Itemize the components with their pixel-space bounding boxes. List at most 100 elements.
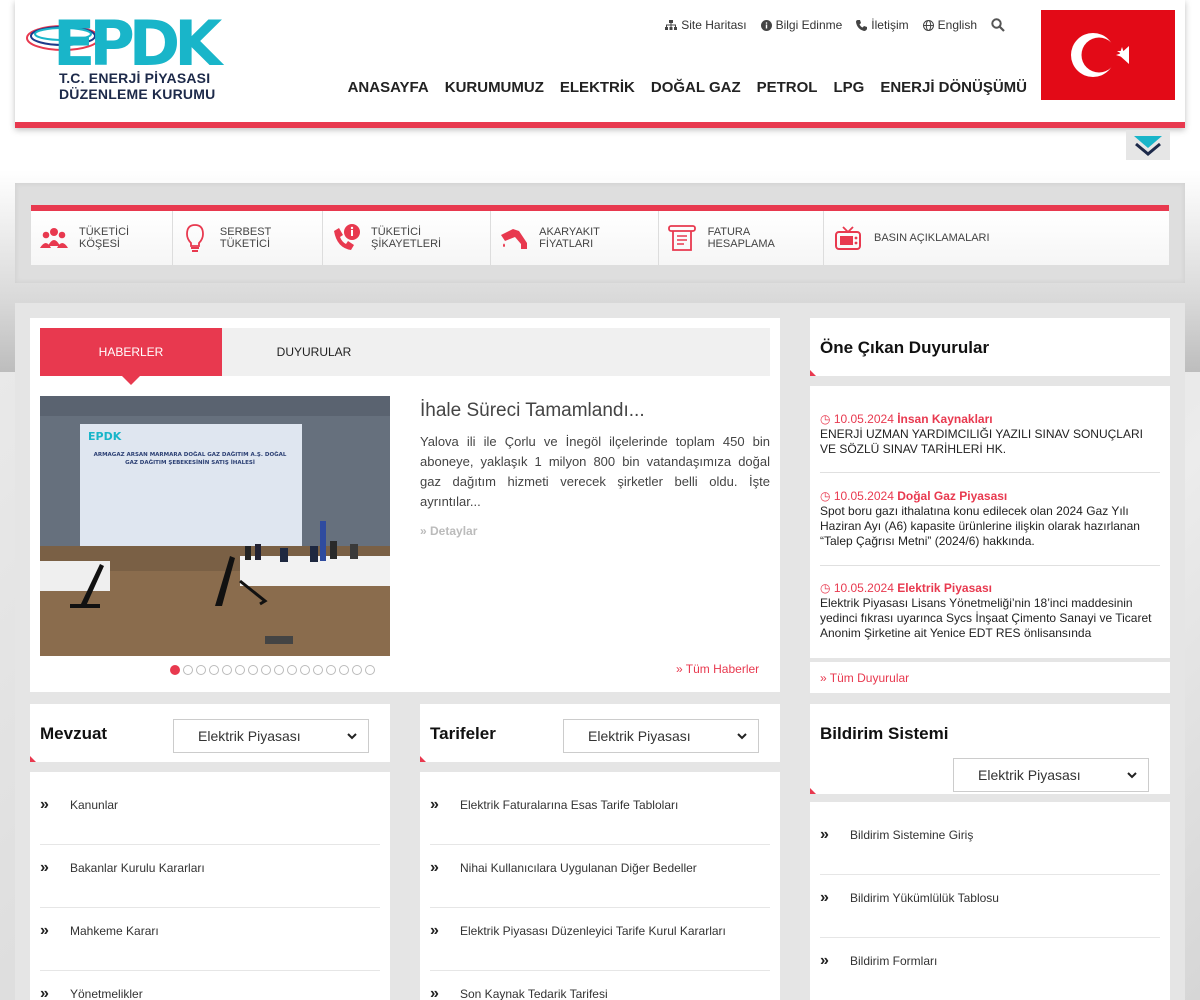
list-item[interactable]: » Mahkeme Kararı <box>40 922 159 940</box>
divider <box>40 970 380 971</box>
announcement-text: Spot boru gazı ithalatına konu edilecek … <box>820 504 1140 548</box>
site-map-link[interactable]: Site Haritası <box>665 18 747 32</box>
slider-dot[interactable] <box>183 665 193 675</box>
contact-link[interactable]: İletişim <box>856 18 909 32</box>
double-chevron-icon: » <box>430 859 439 876</box>
mevzuat-select-value: Elektrik Piyasası <box>198 728 301 744</box>
list-item[interactable]: » Elektrik Piyasası Düzenleyici Tarife Ku… <box>430 922 726 940</box>
epdk-logo[interactable]: EPDK T.C. ENERJİ PİYASASI DÜZENLEME KURU… <box>25 7 230 103</box>
nav-elektrik[interactable]: ELEKTRİK <box>560 79 635 96</box>
nav-lpg[interactable]: LPG <box>833 79 864 96</box>
quick-link-free-consumer[interactable]: SERBEST TÜKETİCİ <box>173 211 323 265</box>
list-item-label: Nihai Kullanıcılara Uygulanan Diğer Bede… <box>460 861 697 875</box>
search-icon[interactable] <box>991 18 1005 32</box>
featured-title: Öne Çıkan Duyurular <box>820 338 990 357</box>
quick-link-consumer-corner[interactable]: TÜKETİCİ KÖŞESİ <box>31 211 173 265</box>
slider-dot[interactable] <box>300 665 310 675</box>
list-item-label: Mahkeme Kararı <box>70 924 159 938</box>
chevron-down-icon <box>1127 772 1137 779</box>
slider-dot[interactable] <box>196 665 206 675</box>
announcement-item[interactable]: ◷ 10.05.2024 İnsan Kaynakları ENERJİ UZM… <box>820 412 1160 457</box>
clock-icon: ◷ <box>820 412 834 426</box>
list-item[interactable]: » Kanunlar <box>40 796 118 814</box>
quick-link-label: AKARYAKIT FİYATLARI <box>539 226 600 250</box>
announcement-item[interactable]: ◷ 10.05.2024 Elektrik Piyasası Elektrik … <box>820 581 1160 649</box>
tab-haberler[interactable]: HABERLER <box>40 328 222 385</box>
list-item-label: Yönetmelikler <box>70 987 143 1000</box>
quick-link-fuel-prices[interactable]: AKARYAKIT FİYATLARI <box>491 211 659 265</box>
quick-link-press-releases[interactable]: BASIN AÇIKLAMALARI <box>824 211 1169 265</box>
slider-dot[interactable] <box>313 665 323 675</box>
clock-icon: ◷ <box>820 581 834 595</box>
list-item[interactable]: » Bildirim Formları <box>820 952 937 970</box>
list-item[interactable]: » Yönetmelikler <box>40 985 143 1000</box>
english-link[interactable]: English <box>922 18 977 32</box>
bildirim-title: Bildirim Sistemi <box>820 724 949 743</box>
slider-dot[interactable] <box>274 665 284 675</box>
slider-dot[interactable] <box>365 665 375 675</box>
quick-link-bill-calculator[interactable]: FATURA HESAPLAMA <box>659 211 824 265</box>
nav-dogal-gaz[interactable]: DOĞAL GAZ <box>651 79 741 96</box>
slider-dot[interactable] <box>287 665 297 675</box>
announcement-category: İnsan Kaynakları <box>897 412 993 426</box>
sitemap-icon <box>665 19 678 30</box>
announcement-item[interactable]: ◷ 10.05.2024 Doğal Gaz Piyasası Spot bor… <box>820 489 1160 549</box>
list-item[interactable]: » Son Kaynak Tedarik Tarifesi <box>430 985 608 1000</box>
corner-accent <box>810 370 816 376</box>
announcement-category: Doğal Gaz Piyasası <box>897 489 1008 503</box>
double-chevron-icon: » <box>820 889 829 906</box>
all-announcements-label: Tüm Duyurular <box>829 671 910 685</box>
slider-dots <box>170 665 375 675</box>
list-item-label: Bildirim Formları <box>850 954 938 968</box>
list-item[interactable]: » Nihai Kullanıcılara Uygulanan Diğer Bed… <box>430 859 697 877</box>
slider-dot[interactable] <box>326 665 336 675</box>
slider-dot[interactable] <box>352 665 362 675</box>
news-title[interactable]: İhale Süreci Tamamlandı... <box>420 400 645 422</box>
english-label: English <box>937 18 977 32</box>
logo-line-2: DÜZENLEME KURUMU <box>59 86 216 102</box>
details-link[interactable]: » Detaylar <box>420 524 477 538</box>
divider <box>820 937 1160 938</box>
nav-anasayfa[interactable]: ANASAYFA <box>348 79 429 96</box>
quick-link-label: BASIN AÇIKLAMALARI <box>874 232 990 244</box>
nav-kurumumuz[interactable]: KURUMUMUZ <box>445 79 544 96</box>
invoice-icon <box>668 225 697 251</box>
announcement-date: 10.05.2024 <box>833 412 894 426</box>
quick-link-complaints[interactable]: TÜKETİCİ ŞİKAYETLERİ <box>323 211 491 265</box>
announcement-text: Elektrik Piyasası Lisans Yönetmeliği’nin… <box>820 596 1152 640</box>
all-news-link[interactable]: » Tüm Haberler <box>676 662 759 676</box>
slider-dot[interactable] <box>248 665 258 675</box>
bildirim-select[interactable]: Elektrik Piyasası <box>953 758 1149 792</box>
corner-accent <box>810 788 816 794</box>
slider-dot[interactable] <box>209 665 219 675</box>
clock-icon: ◷ <box>820 489 834 503</box>
chevron-down-icon[interactable] <box>1126 130 1170 160</box>
double-chevron-icon: » <box>430 985 439 1000</box>
all-announcements-link[interactable]: » Tüm Duyurular <box>820 671 909 685</box>
list-item[interactable]: » Bakanlar Kurulu Kararları <box>40 859 205 877</box>
info-request-link[interactable]: Bilgi Edinme <box>760 18 842 32</box>
list-item[interactable]: » Bildirim Sistemine Giriş <box>820 826 973 844</box>
divider <box>40 844 380 845</box>
double-chevron-icon: » <box>40 859 49 876</box>
tarifeler-title: Tarifeler <box>430 724 496 743</box>
slider-dot[interactable] <box>339 665 349 675</box>
slider-dot[interactable] <box>222 665 232 675</box>
lightbulb-icon <box>186 224 205 252</box>
slider-dot[interactable] <box>235 665 245 675</box>
tab-duyurular[interactable]: DUYURULAR <box>222 328 406 376</box>
double-chevron-icon: » <box>820 952 829 969</box>
news-image[interactable]: EPDK ARMAGAZ ARSAN MARMARA DOĞAL GAZ DAĞ… <box>40 396 390 656</box>
list-item-label: Son Kaynak Tedarik Tarifesi <box>460 987 608 1000</box>
double-chevron-icon: » <box>40 796 49 813</box>
list-item[interactable]: » Bildirim Yükümlülük Tablosu <box>820 889 999 907</box>
mevzuat-select[interactable]: Elektrik Piyasası <box>173 719 369 753</box>
slider-dot[interactable] <box>261 665 271 675</box>
tarifeler-select[interactable]: Elektrik Piyasası <box>563 719 759 753</box>
list-item[interactable]: » Elektrik Faturalarına Esas Tarife Tablo… <box>430 796 678 814</box>
nav-enerji-donusumu[interactable]: ENERJİ DÖNÜŞÜMÜ <box>880 79 1027 96</box>
info-icon <box>760 19 772 31</box>
slider-dot[interactable] <box>170 665 180 675</box>
quick-link-label: TÜKETİCİ KÖŞESİ <box>79 226 130 250</box>
nav-petrol[interactable]: PETROL <box>757 79 818 96</box>
